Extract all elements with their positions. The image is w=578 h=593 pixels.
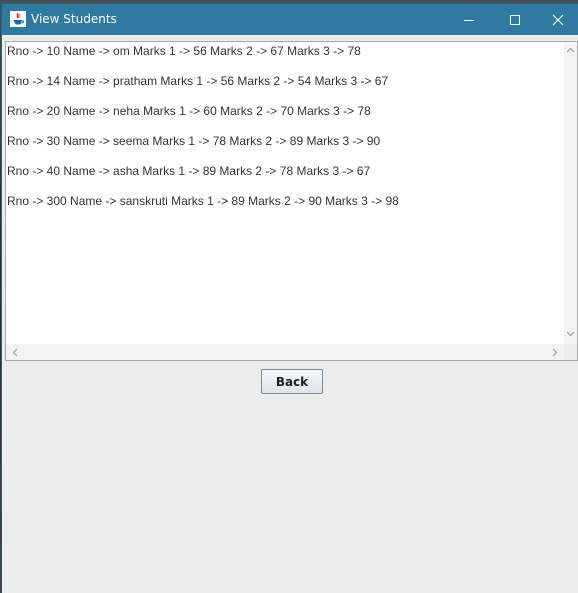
student-record: Rno -> 20 Name -> neha Marks 1 -> 60 Mar… bbox=[7, 104, 371, 118]
student-record: Rno -> 10 Name -> om Marks 1 -> 56 Marks… bbox=[7, 44, 361, 58]
minimize-button[interactable] bbox=[446, 4, 492, 35]
scroll-left-arrow-icon[interactable] bbox=[8, 344, 22, 360]
maximize-icon bbox=[510, 14, 520, 25]
students-text-area[interactable]: Rno -> 10 Name -> om Marks 1 -> 56 Marks… bbox=[7, 44, 563, 224]
back-button[interactable]: Back bbox=[261, 369, 323, 394]
student-record: Rno -> 30 Name -> seema Marks 1 -> 78 Ma… bbox=[7, 134, 381, 148]
scroll-up-arrow-icon[interactable] bbox=[564, 42, 577, 58]
student-record: Rno -> 300 Name -> sanskruti Marks 1 -> … bbox=[7, 194, 399, 208]
scroll-down-arrow-icon[interactable] bbox=[564, 326, 577, 342]
title-bar[interactable]: View Students bbox=[2, 4, 578, 35]
students-scroll-pane[interactable]: Rno -> 10 Name -> om Marks 1 -> 56 Marks… bbox=[5, 41, 578, 361]
close-button[interactable] bbox=[538, 4, 578, 35]
scroll-corner bbox=[564, 344, 577, 360]
horizontal-scrollbar[interactable] bbox=[6, 344, 564, 360]
close-icon bbox=[552, 14, 564, 25]
scroll-right-arrow-icon[interactable] bbox=[548, 344, 562, 360]
vertical-scrollbar[interactable] bbox=[564, 42, 577, 344]
maximize-button[interactable] bbox=[492, 4, 538, 35]
content-panel: Rno -> 10 Name -> om Marks 1 -> 56 Marks… bbox=[2, 35, 578, 593]
java-app-icon bbox=[10, 11, 26, 27]
minimize-icon bbox=[464, 19, 474, 21]
student-record: Rno -> 14 Name -> pratham Marks 1 -> 56 … bbox=[7, 74, 389, 88]
window-title: View Students bbox=[31, 12, 117, 26]
app-window: View Students Rno -> 10 Name -> om Marks… bbox=[2, 4, 578, 593]
students-viewport: Rno -> 10 Name -> om Marks 1 -> 56 Marks… bbox=[6, 42, 564, 344]
student-record: Rno -> 40 Name -> asha Marks 1 -> 89 Mar… bbox=[7, 164, 371, 178]
